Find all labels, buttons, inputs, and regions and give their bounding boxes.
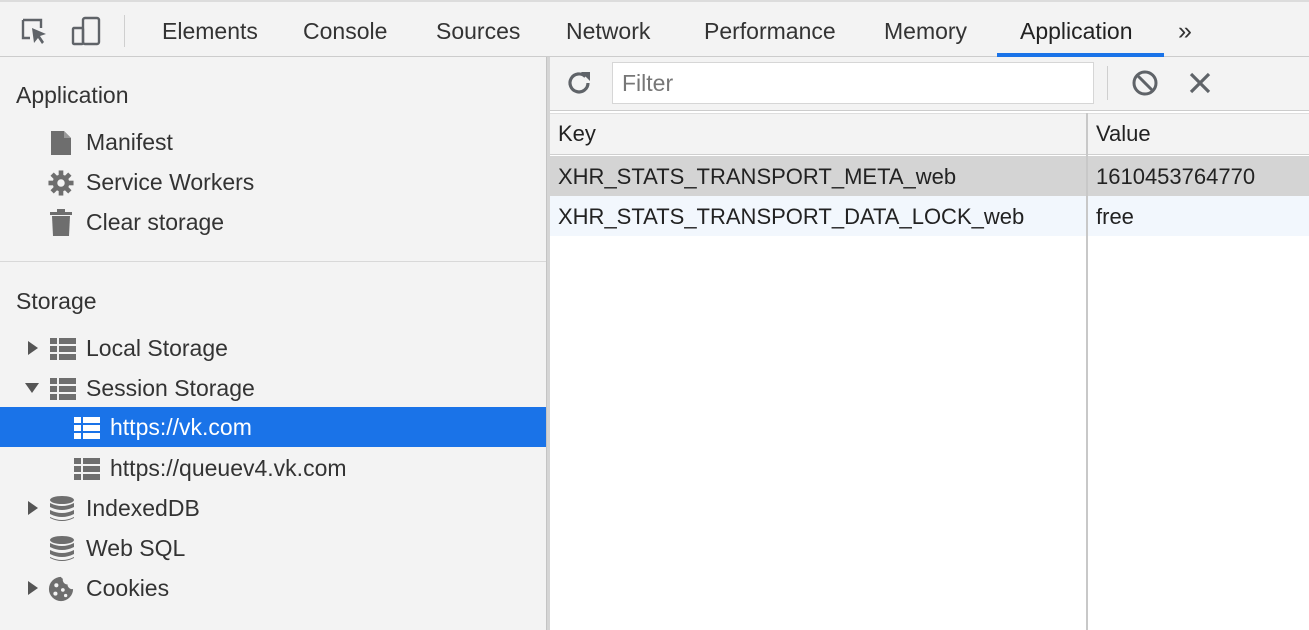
sidebar-item-label: IndexedDB <box>86 495 200 521</box>
table-icon <box>74 456 100 482</box>
sidebar-item-web-sql[interactable]: Web SQL <box>0 528 546 568</box>
cell-value: free <box>1096 204 1134 229</box>
cell-value: 1610453764770 <box>1096 164 1256 189</box>
grid-header <box>550 113 1309 155</box>
sidebar-item-session-storage[interactable]: Session Storage <box>0 368 546 408</box>
sidebar-item-local-storage[interactable]: Local Storage <box>0 328 546 368</box>
cell-key: XHR_STATS_TRANSPORT_META_web <box>558 164 957 189</box>
sidebar-section-divider <box>0 261 546 262</box>
column-header-value[interactable]: Value <box>1096 121 1151 147</box>
toolbar-separator <box>1107 66 1108 100</box>
devtools-toolbar: Elements Console Sources Network Perform… <box>0 0 1309 57</box>
trash-icon <box>48 209 74 236</box>
sidebar-item-label: Service Workers <box>86 169 255 195</box>
more-tabs-icon[interactable]: » <box>1178 16 1204 46</box>
sidebar-item-label: Web SQL <box>86 535 186 561</box>
device-toolbar-icon[interactable] <box>70 14 102 48</box>
sidebar-item-label: Cookies <box>86 575 170 601</box>
tab-console[interactable]: Console <box>303 2 387 57</box>
section-title-application: Application <box>16 82 129 108</box>
collapse-arrow-icon[interactable] <box>24 380 40 396</box>
inspect-element-icon[interactable] <box>18 14 50 48</box>
section-title-storage: Storage <box>16 288 97 314</box>
sidebar-item-label: Session Storage <box>86 375 255 401</box>
expand-arrow-icon[interactable] <box>25 580 41 596</box>
expand-arrow-icon[interactable] <box>25 340 41 356</box>
tab-network[interactable]: Network <box>566 2 650 57</box>
tab-performance[interactable]: Performance <box>704 2 836 57</box>
sidebar-item-service-workers[interactable]: Service Workers <box>0 162 546 202</box>
tab-elements[interactable]: Elements <box>162 2 258 57</box>
close-icon[interactable] <box>1184 67 1216 99</box>
sidebar-item-label: Manifest <box>86 129 173 155</box>
table-row[interactable]: XHR_STATS_TRANSPORT_DATA_LOCK_web free <box>550 196 1309 236</box>
table-icon <box>50 376 76 402</box>
column-header-key[interactable]: Key <box>558 121 596 147</box>
sidebar-item-vk-com[interactable]: https://vk.com <box>0 407 546 447</box>
sidebar-item-label: Clear storage <box>86 209 225 235</box>
tab-application[interactable]: Application <box>1020 2 1133 57</box>
block-icon[interactable] <box>1129 67 1161 99</box>
sidebar-item-manifest[interactable]: Manifest <box>0 122 546 162</box>
cookie-icon <box>48 576 74 602</box>
sidebar-item-cookies[interactable]: Cookies <box>0 568 546 608</box>
sidebar-item-indexeddb[interactable]: IndexedDB <box>0 488 546 528</box>
document-icon <box>48 130 74 156</box>
toolbar-separator <box>124 15 125 47</box>
column-resizer[interactable] <box>1086 113 1088 630</box>
gear-icon <box>48 170 74 196</box>
sidebar-item-queuev4-vk-com[interactable]: https://queuev4.vk.com <box>0 448 546 488</box>
cell-key: XHR_STATS_TRANSPORT_DATA_LOCK_web <box>558 204 1025 229</box>
table-icon <box>50 336 76 362</box>
database-icon <box>49 536 75 562</box>
database-icon <box>49 496 75 522</box>
table-icon <box>74 415 100 441</box>
tab-memory[interactable]: Memory <box>884 2 967 57</box>
expand-arrow-icon[interactable] <box>25 500 41 516</box>
sidebar-item-label: Local Storage <box>86 335 228 361</box>
refresh-icon[interactable] <box>563 67 595 99</box>
sidebar-item-label: https://vk.com <box>110 414 252 440</box>
tab-sources[interactable]: Sources <box>436 2 520 57</box>
sidebar-item-clear-storage[interactable]: Clear storage <box>0 202 546 242</box>
table-row[interactable]: XHR_STATS_TRANSPORT_META_web 16104537647… <box>550 156 1309 196</box>
sidebar-item-label: https://queuev4.vk.com <box>110 455 347 481</box>
filter-input[interactable] <box>612 62 1094 104</box>
